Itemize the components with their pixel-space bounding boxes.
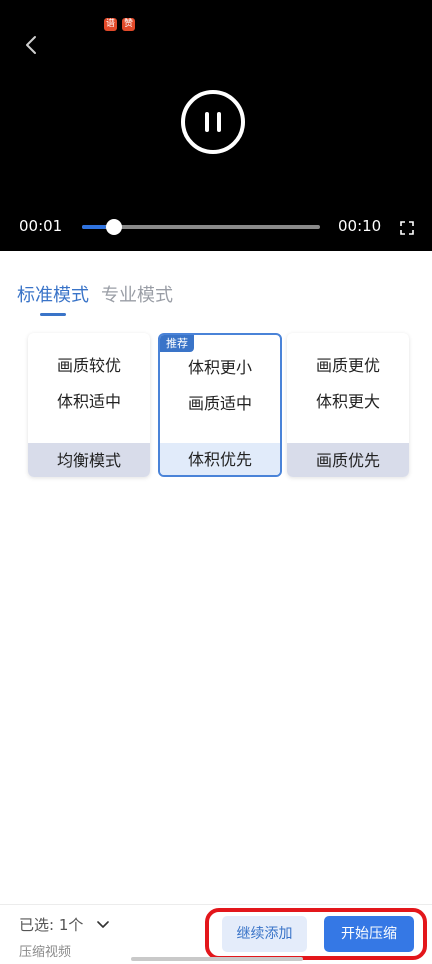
recommended-tag: 推荐	[160, 335, 194, 352]
option-line: 体积更大	[315, 392, 380, 411]
progress-fill	[82, 225, 106, 229]
option-line: 体积更小	[187, 358, 252, 377]
option-line: 画质适中	[187, 394, 252, 413]
option-line: 画质更优	[315, 356, 380, 375]
option-footer-label: 均衡模式	[28, 443, 150, 477]
badge: 谱	[104, 18, 117, 31]
compression-options: 画质较优 体积适中 均衡模式 推荐 体积更小 画质适中 体积优先 画质更优 体积…	[28, 333, 411, 479]
option-card-size-first[interactable]: 推荐 体积更小 画质适中 体积优先	[158, 333, 282, 477]
fullscreen-icon	[400, 221, 414, 235]
badge: 赞	[122, 18, 135, 31]
option-line: 画质较优	[56, 356, 121, 375]
progress-thumb[interactable]	[105, 219, 122, 235]
fullscreen-button[interactable]	[400, 220, 414, 235]
tab-pro-mode[interactable]: 专业模式	[101, 281, 173, 307]
bottom-divider	[0, 904, 432, 905]
pause-icon	[205, 112, 221, 132]
current-time: 00:01	[19, 217, 63, 235]
selected-subtitle: 压缩视频	[19, 945, 72, 960]
option-card-quality-first[interactable]: 画质更优 体积更大 画质优先	[287, 333, 409, 477]
video-player[interactable]: 谱 赞 00:01 00:10	[0, 0, 432, 251]
active-tab-indicator	[40, 313, 66, 316]
continue-add-button[interactable]: 继续添加	[222, 916, 307, 952]
tab-standard-mode[interactable]: 标准模式	[17, 281, 89, 307]
option-footer-label: 体积优先	[160, 443, 280, 475]
selected-count-label: 已选: 1个	[19, 916, 84, 934]
selected-count-toggle[interactable]: 已选: 1个	[19, 914, 110, 935]
mode-tabs: 标准模式 专业模式	[17, 281, 173, 307]
chevron-left-icon	[26, 36, 36, 54]
home-indicator	[131, 957, 303, 961]
back-button[interactable]	[18, 30, 44, 60]
start-compress-button[interactable]: 开始压缩	[324, 916, 414, 952]
selected-info: 已选: 1个 压缩视频	[19, 914, 110, 960]
play-pause-button[interactable]	[181, 90, 245, 154]
progress-bar[interactable]	[82, 219, 320, 235]
app-badges: 谱 赞	[104, 18, 135, 31]
option-line: 体积适中	[56, 392, 121, 411]
chevron-down-icon	[97, 920, 110, 928]
option-card-balanced[interactable]: 画质较优 体积适中 均衡模式	[28, 333, 150, 477]
total-time: 00:10	[338, 217, 382, 235]
option-footer-label: 画质优先	[287, 443, 409, 477]
